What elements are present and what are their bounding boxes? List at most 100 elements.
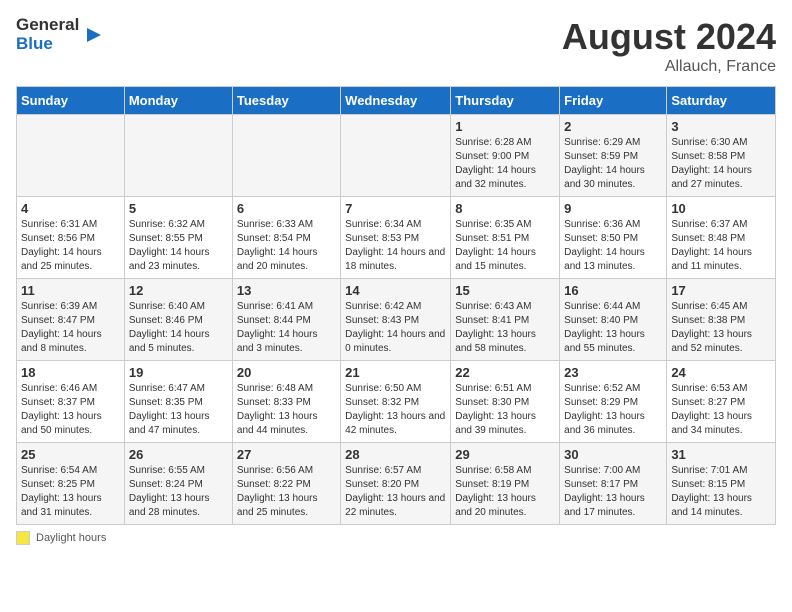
day-number: 14: [345, 283, 446, 298]
location-subtitle: Allauch, France: [562, 58, 776, 76]
calendar-cell: 25Sunrise: 6:54 AM Sunset: 8:25 PM Dayli…: [17, 443, 125, 525]
calendar-cell: 29Sunrise: 6:58 AM Sunset: 8:19 PM Dayli…: [451, 443, 560, 525]
title-block: August 2024 Allauch, France: [562, 16, 776, 76]
calendar-cell: 4 Sunrise: 6:31 AM Sunset: 8:56 PM Daylig…: [17, 197, 125, 279]
day-number: 22: [455, 365, 555, 380]
day-info: Sunrise: 6:50 AM Sunset: 8:32 PM Dayligh…: [345, 382, 446, 438]
day-number: 16: [564, 283, 662, 298]
calendar-cell: 12Sunrise: 6:40 AM Sunset: 8:46 PM Dayli…: [124, 279, 232, 361]
calendar-cell: 23 Sunrise: 6:52 AM Sunset: 8:29 PM Dayli…: [560, 361, 667, 443]
day-number: 3: [671, 119, 771, 134]
day-info: Sunrise: 6:36 AM Sunset: 8:50 PM Dayligh…: [564, 218, 662, 274]
calendar-week-row: 1Sunrise: 6:28 AM Sunset: 9:00 PM Daylig…: [17, 115, 776, 197]
calendar-week-row: 11 Sunrise: 6:39 AM Sunset: 8:47 PM Dayli…: [17, 279, 776, 361]
day-number: 21: [345, 365, 446, 380]
day-info: Sunrise: 6:34 AM Sunset: 8:53 PM Dayligh…: [345, 218, 446, 274]
day-info: Sunrise: 6:37 AM Sunset: 8:48 PM Dayligh…: [671, 218, 771, 274]
day-number: 7: [345, 201, 446, 216]
day-number: 2: [564, 119, 662, 134]
day-info: Sunrise: 6:33 AM Sunset: 8:54 PM Dayligh…: [237, 218, 336, 274]
weekday-header-wednesday: Wednesday: [341, 87, 451, 115]
weekday-header-sunday: Sunday: [17, 87, 125, 115]
logo-general: General: [16, 16, 79, 35]
calendar-cell: 17Sunrise: 6:45 AM Sunset: 8:38 PM Dayli…: [667, 279, 776, 361]
calendar-cell: [232, 115, 340, 197]
calendar-cell: 5 Sunrise: 6:32 AM Sunset: 8:55 PM Daylig…: [124, 197, 232, 279]
day-info: Sunrise: 6:29 AM Sunset: 8:59 PM Dayligh…: [564, 136, 662, 192]
calendar-cell: 6 Sunrise: 6:33 AM Sunset: 8:54 PM Daylig…: [232, 197, 340, 279]
day-info: Sunrise: 6:53 AM Sunset: 8:27 PM Dayligh…: [671, 382, 771, 438]
day-number: 9: [564, 201, 662, 216]
calendar-cell: 28Sunrise: 6:57 AM Sunset: 8:20 PM Dayli…: [341, 443, 451, 525]
day-number: 1: [455, 119, 555, 134]
day-number: 19: [129, 365, 228, 380]
calendar-cell: 7 Sunrise: 6:34 AM Sunset: 8:53 PM Daylig…: [341, 197, 451, 279]
calendar-cell: 16 Sunrise: 6:44 AM Sunset: 8:40 PM Dayli…: [560, 279, 667, 361]
day-info: Sunrise: 6:54 AM Sunset: 8:25 PM Dayligh…: [21, 464, 120, 520]
day-number: 15: [455, 283, 555, 298]
day-info: Sunrise: 6:52 AM Sunset: 8:29 PM Dayligh…: [564, 382, 662, 438]
calendar-cell: 20 Sunrise: 6:48 AM Sunset: 8:33 PM Dayli…: [232, 361, 340, 443]
weekday-header-thursday: Thursday: [451, 87, 560, 115]
day-number: 24: [671, 365, 771, 380]
weekday-header-row: SundayMondayTuesdayWednesdayThursdayFrid…: [17, 87, 776, 115]
day-number: 23: [564, 365, 662, 380]
page-header: General Blue August 2024 Allauch, France: [16, 16, 776, 76]
calendar-cell: 11 Sunrise: 6:39 AM Sunset: 8:47 PM Dayli…: [17, 279, 125, 361]
calendar-cell: 9 Sunrise: 6:36 AM Sunset: 8:50 PM Daylig…: [560, 197, 667, 279]
day-info: Sunrise: 6:58 AM Sunset: 8:19 PM Dayligh…: [455, 464, 555, 520]
day-number: 4: [21, 201, 120, 216]
day-info: Sunrise: 6:42 AM Sunset: 8:43 PM Dayligh…: [345, 300, 446, 356]
day-info: Sunrise: 6:35 AM Sunset: 8:51 PM Dayligh…: [455, 218, 555, 274]
day-info: Sunrise: 6:48 AM Sunset: 8:33 PM Dayligh…: [237, 382, 336, 438]
calendar-cell: 15 Sunrise: 6:43 AM Sunset: 8:41 PM Dayli…: [451, 279, 560, 361]
day-number: 6: [237, 201, 336, 216]
calendar-week-row: 18Sunrise: 6:46 AM Sunset: 8:37 PM Dayli…: [17, 361, 776, 443]
calendar-cell: [124, 115, 232, 197]
calendar-cell: [17, 115, 125, 197]
day-info: Sunrise: 6:39 AM Sunset: 8:47 PM Dayligh…: [21, 300, 120, 356]
logo-arrow-icon: [83, 24, 105, 46]
weekday-header-tuesday: Tuesday: [232, 87, 340, 115]
weekday-header-monday: Monday: [124, 87, 232, 115]
logo: General Blue: [16, 16, 105, 53]
day-info: Sunrise: 6:41 AM Sunset: 8:44 PM Dayligh…: [237, 300, 336, 356]
calendar-cell: 30 Sunrise: 7:00 AM Sunset: 8:17 PM Dayli…: [560, 443, 667, 525]
day-number: 28: [345, 447, 446, 462]
calendar-cell: 18Sunrise: 6:46 AM Sunset: 8:37 PM Dayli…: [17, 361, 125, 443]
day-info: Sunrise: 6:44 AM Sunset: 8:40 PM Dayligh…: [564, 300, 662, 356]
calendar-cell: 13Sunrise: 6:41 AM Sunset: 8:44 PM Dayli…: [232, 279, 340, 361]
day-number: 11: [21, 283, 120, 298]
day-number: 8: [455, 201, 555, 216]
day-info: Sunrise: 6:31 AM Sunset: 8:56 PM Dayligh…: [21, 218, 120, 274]
day-info: Sunrise: 6:30 AM Sunset: 8:58 PM Dayligh…: [671, 136, 771, 192]
day-info: Sunrise: 6:55 AM Sunset: 8:24 PM Dayligh…: [129, 464, 228, 520]
calendar-cell: 8 Sunrise: 6:35 AM Sunset: 8:51 PM Daylig…: [451, 197, 560, 279]
calendar-cell: [341, 115, 451, 197]
day-number: 31: [671, 447, 771, 462]
calendar-cell: 14 Sunrise: 6:42 AM Sunset: 8:43 PM Dayli…: [341, 279, 451, 361]
day-info: Sunrise: 7:00 AM Sunset: 8:17 PM Dayligh…: [564, 464, 662, 520]
calendar-cell: 31 Sunrise: 7:01 AM Sunset: 8:15 PM Dayli…: [667, 443, 776, 525]
calendar-cell: 2 Sunrise: 6:29 AM Sunset: 8:59 PM Daylig…: [560, 115, 667, 197]
calendar-cell: 1Sunrise: 6:28 AM Sunset: 9:00 PM Daylig…: [451, 115, 560, 197]
legend-color-box: [16, 531, 30, 545]
day-info: Sunrise: 6:46 AM Sunset: 8:37 PM Dayligh…: [21, 382, 120, 438]
day-info: Sunrise: 7:01 AM Sunset: 8:15 PM Dayligh…: [671, 464, 771, 520]
calendar-cell: 26 Sunrise: 6:55 AM Sunset: 8:24 PM Dayli…: [124, 443, 232, 525]
day-info: Sunrise: 6:32 AM Sunset: 8:55 PM Dayligh…: [129, 218, 228, 274]
day-info: Sunrise: 6:51 AM Sunset: 8:30 PM Dayligh…: [455, 382, 555, 438]
day-number: 26: [129, 447, 228, 462]
calendar-cell: 3 Sunrise: 6:30 AM Sunset: 8:58 PM Daylig…: [667, 115, 776, 197]
day-info: Sunrise: 6:43 AM Sunset: 8:41 PM Dayligh…: [455, 300, 555, 356]
day-number: 5: [129, 201, 228, 216]
calendar-cell: 10 Sunrise: 6:37 AM Sunset: 8:48 PM Dayli…: [667, 197, 776, 279]
calendar-cell: 19Sunrise: 6:47 AM Sunset: 8:35 PM Dayli…: [124, 361, 232, 443]
day-number: 20: [237, 365, 336, 380]
day-number: 30: [564, 447, 662, 462]
calendar-week-row: 25Sunrise: 6:54 AM Sunset: 8:25 PM Dayli…: [17, 443, 776, 525]
day-number: 10: [671, 201, 771, 216]
logo-blue: Blue: [16, 35, 79, 54]
weekday-header-friday: Friday: [560, 87, 667, 115]
day-number: 12: [129, 283, 228, 298]
